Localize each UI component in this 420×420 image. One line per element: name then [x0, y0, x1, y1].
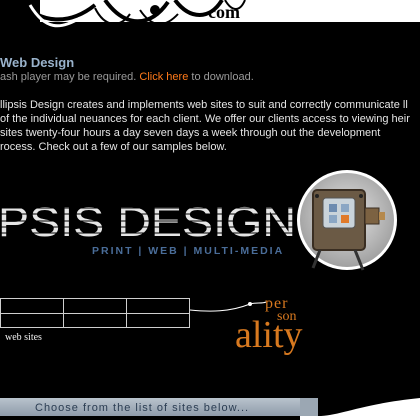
footer: Choose from the list of sites below...	[0, 394, 420, 420]
header-banner: com	[0, 0, 420, 40]
website-thumbnail-strip[interactable]	[0, 298, 190, 328]
ornament-banner-graphic: com	[18, 0, 420, 28]
flash-note-suffix: to download.	[191, 71, 254, 83]
brand-tagline: PRINT | WEB | MULTI-MEDIA	[92, 245, 285, 257]
description-text: llipsis Design creates and implements we…	[0, 99, 410, 153]
click-here-link[interactable]: Click here	[139, 71, 188, 83]
personality-line-3: ality	[235, 314, 303, 356]
website-thumbnail[interactable]	[64, 299, 127, 327]
robot-illustration	[295, 168, 405, 278]
page-title: Web Design	[0, 55, 75, 70]
robot-icon	[297, 170, 397, 271]
gallery-label: web sites	[5, 332, 42, 343]
flash-note-prefix: ash player may be required.	[0, 71, 137, 83]
footer-swoosh-graphic	[300, 398, 420, 420]
logo-fragment: com	[208, 2, 240, 22]
website-thumbnail[interactable]	[127, 299, 189, 327]
site-list-prompt[interactable]: Choose from the list of sites below...	[35, 402, 249, 414]
flash-note: ash player may be required. Click here t…	[0, 71, 254, 83]
website-thumbnail[interactable]	[1, 299, 64, 327]
